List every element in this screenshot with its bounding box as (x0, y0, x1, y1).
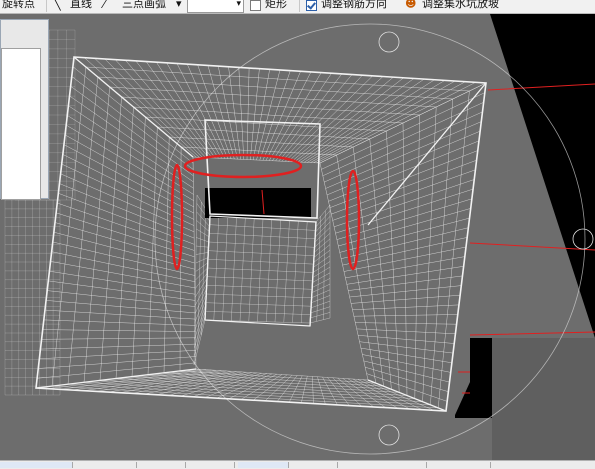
status-cell[interactable] (140, 462, 186, 468)
red-highlight-ellipse (345, 169, 361, 271)
status-cell[interactable] (292, 462, 338, 468)
rotation-handle (378, 31, 400, 53)
floor-grid (4, 199, 61, 396)
line-button[interactable]: 直线 (70, 0, 92, 9)
side-panel[interactable] (0, 19, 49, 200)
status-cell[interactable] (76, 462, 137, 468)
red-highlight-ellipse (170, 163, 184, 271)
side-panel-content (1, 48, 41, 200)
pit-floor-grid (204, 215, 317, 324)
status-cell[interactable] (341, 462, 427, 468)
sump-slope-icon[interactable]: ☻ (405, 0, 416, 9)
rotate-point-button[interactable]: 旋转点 (2, 0, 35, 9)
arc-button[interactable]: 三点画弧 (122, 0, 166, 9)
toolbar-combo[interactable]: ▾ (187, 0, 244, 13)
rectangle-checkbox[interactable] (250, 0, 261, 11)
rectangle-button[interactable]: 矩形 (265, 0, 287, 9)
line-tool-icon[interactable]: ╲ (54, 0, 61, 10)
cad-viewport[interactable] (0, 14, 595, 460)
toolbar-separator (46, 0, 47, 12)
rebar-direction-checkbox[interactable] (306, 0, 317, 11)
status-cell[interactable] (430, 462, 491, 468)
pit-slope-bottom (35, 368, 447, 412)
pit-inner-box (204, 215, 317, 327)
chevron-down-icon[interactable]: ▾ (176, 0, 182, 9)
pit-black-floor (205, 188, 311, 218)
arc-tool-icon[interactable]: ⁄ (103, 0, 105, 10)
status-cell[interactable] (189, 462, 235, 468)
rebar-direction-button[interactable]: 调整钢筋方向 (321, 0, 387, 9)
status-cell[interactable] (238, 462, 289, 468)
combo-chevron-down-icon[interactable]: ▾ (236, 0, 241, 10)
toolbar: 旋转点 ╲ 直线 ⁄ 三点画弧 ▾ ▾ 矩形 调整钢筋方向 ☻ 调整集水坑放坡 (0, 0, 595, 14)
pit-inner-edges (204, 215, 317, 327)
toolbar-separator (299, 0, 300, 12)
sump-slope-button[interactable]: 调整集水坑放坡 (422, 0, 499, 9)
viewport-shade (492, 338, 595, 460)
pit-slope-top (73, 56, 487, 164)
status-cell[interactable] (494, 462, 595, 468)
sump-pit-wireframe[interactable] (0, 14, 595, 460)
rotation-handle (378, 424, 400, 446)
pit-wall-left (193, 194, 211, 366)
red-highlight-ellipse (183, 153, 303, 179)
black-region (470, 338, 492, 418)
status-cell[interactable] (0, 462, 73, 468)
